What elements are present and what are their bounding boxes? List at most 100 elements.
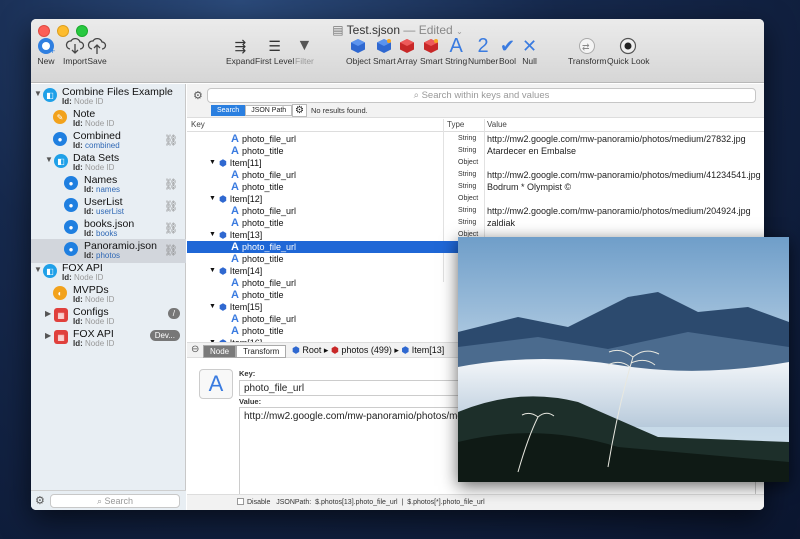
- link-icon[interactable]: ⛓: [164, 134, 178, 147]
- row-key-text: photo_file_url: [241, 314, 296, 324]
- sidebar-item-id: Id: combined: [73, 141, 120, 150]
- breadcrumb-item[interactable]: Item[13]: [412, 345, 445, 355]
- sidebar-item-id: Id: photos: [84, 251, 121, 260]
- sidebar-item-fox-api[interactable]: ▼ ◧ FOX API Id: Node ID: [31, 261, 186, 285]
- sidebar-item-names[interactable]: ● Names Id: names ⛓: [31, 173, 186, 197]
- json-path-specific[interactable]: $.photos[13].photo_file_url: [315, 499, 398, 506]
- string-type-icon[interactable]: A: [199, 369, 233, 399]
- table-row[interactable]: ▼ ⬢ Item[11] Object: [187, 157, 764, 169]
- disclosure-triangle-icon[interactable]: ▼: [45, 155, 53, 164]
- search-settings-gear-icon[interactable]: ⚙: [292, 104, 307, 117]
- insert-null-button[interactable]: ✕ Null: [522, 36, 537, 67]
- search-placeholder: Search within keys and values: [421, 90, 550, 101]
- disclosure-triangle-icon[interactable]: ▼: [209, 265, 216, 277]
- disclosure-triangle-icon[interactable]: ▶: [45, 331, 51, 340]
- import-button[interactable]: Import: [63, 36, 87, 66]
- sidebar-item-id: Id: Node ID: [62, 97, 104, 106]
- filter-funnel-icon: ▼: [296, 37, 313, 54]
- row-key-text: photo_title: [241, 182, 284, 192]
- string-type-icon: A: [231, 169, 239, 181]
- disclosure-triangle-icon[interactable]: ▼: [209, 157, 216, 169]
- column-header-key[interactable]: Key: [191, 120, 205, 129]
- sidebar-item-data-sets[interactable]: ▼ ◧ Data Sets Id: Node ID: [31, 151, 186, 175]
- column-header-type[interactable]: Type: [447, 120, 464, 129]
- svg-text:+: +: [50, 46, 55, 55]
- sidebar-item-note[interactable]: ✎ Note Id: Node ID: [31, 107, 186, 131]
- tab-node[interactable]: Node: [203, 345, 237, 358]
- link-icon[interactable]: ⛓: [164, 200, 178, 213]
- table-row[interactable]: Aphoto_file_url String http://mw2.google.c…: [187, 133, 764, 145]
- object-cube-icon: ⬢: [218, 266, 227, 276]
- quick-look-button[interactable]: Quick Look: [607, 36, 650, 66]
- row-key-cell: Aphoto_title: [231, 181, 284, 193]
- insert-smart-object-button[interactable]: Smart: [373, 36, 396, 66]
- sidebar-item-combined[interactable]: ● Combined Id: combined ⛓: [31, 129, 186, 153]
- column-header-value[interactable]: Value: [487, 120, 507, 129]
- row-key-text: photo_file_url: [241, 242, 296, 252]
- quick-look-label: Quick Look: [607, 56, 650, 66]
- json-path-wildcard[interactable]: $.photos[*].photo_file_url: [407, 499, 484, 506]
- disclosure-triangle-icon[interactable]: ▶: [45, 309, 51, 318]
- table-row[interactable]: ▼ ⬢ Item[12] Object: [187, 193, 764, 205]
- search-input[interactable]: ⌕ Search within keys and values: [207, 88, 756, 103]
- disclosure-triangle-icon[interactable]: ▼: [209, 301, 216, 313]
- save-button[interactable]: Save: [87, 36, 107, 66]
- filter-button[interactable]: ▼ Filter: [295, 36, 314, 66]
- link-icon[interactable]: ⛓: [164, 222, 178, 235]
- sidebar-item-panoramio-json[interactable]: ● Panoramio.json Id: photos ⛓: [31, 239, 186, 263]
- disable-checkbox[interactable]: [237, 498, 244, 505]
- sidebar-search-placeholder: Search: [104, 496, 134, 506]
- insert-bool-button[interactable]: ✔ Bool: [499, 36, 516, 67]
- table-row[interactable]: Aphoto_title String zaldiak: [187, 217, 764, 229]
- disclosure-triangle-icon[interactable]: ▼: [34, 265, 42, 274]
- disclosure-triangle-icon[interactable]: ▼: [34, 89, 42, 98]
- table-row[interactable]: Aphoto_title String Atardecer en Embalse: [187, 145, 764, 157]
- search-options-gear-icon[interactable]: ⚙: [193, 89, 203, 102]
- link-icon[interactable]: ⛓: [164, 244, 178, 257]
- insert-array-button[interactable]: Array: [397, 36, 417, 66]
- save-label: Save: [87, 56, 107, 66]
- table-row[interactable]: Aphoto_file_url String http://mw2.google.c…: [187, 205, 764, 217]
- sidebar-item-mvpds[interactable]: ◐ MVPDs Id: Node ID: [31, 283, 186, 307]
- insert-smart-array-button[interactable]: Smart: [420, 36, 443, 66]
- disclosure-triangle-icon[interactable]: ▼: [209, 193, 216, 205]
- disclosure-triangle-icon[interactable]: ▼: [209, 229, 216, 241]
- expand-button[interactable]: ⇶ Expand: [226, 36, 255, 67]
- gear-icon[interactable]: ⚙: [35, 494, 45, 507]
- sidebar-search-input[interactable]: ⌕ Search: [50, 494, 180, 508]
- edited-status: — Edited: [403, 23, 453, 37]
- row-key-text: Item[13]: [229, 230, 263, 240]
- tab-json-path[interactable]: JSON Path: [245, 105, 293, 116]
- sidebar-item-configs[interactable]: ▶ ▦ Configs Id: Node ID /: [31, 305, 186, 329]
- row-key-text: photo_title: [241, 326, 284, 336]
- breadcrumb-root[interactable]: Root: [302, 345, 321, 355]
- sidebar-item-userlist[interactable]: ● UserList Id: userList ⛓: [31, 195, 186, 219]
- expand-tree-icon: ⇶: [234, 37, 247, 54]
- row-key-cell: ▼ ⬢ Item[11]: [209, 157, 262, 169]
- sidebar-item-combine-files-example[interactable]: ▼ ◧ Combine Files Example Id: Node ID: [31, 85, 186, 109]
- tab-transform[interactable]: Transform: [236, 345, 287, 358]
- first-level-icon: ☰: [268, 37, 281, 54]
- tab-search[interactable]: Search: [211, 105, 246, 116]
- sidebar-item-fox-api-dev[interactable]: ▶ ▦ FOX API Id: Node ID Dev...: [31, 327, 186, 351]
- first-level-button[interactable]: ☰ First Level: [255, 36, 294, 67]
- value-label: Value:: [239, 397, 262, 406]
- insert-string-button[interactable]: A String: [445, 34, 467, 67]
- string-icon: A: [449, 34, 463, 57]
- breadcrumb-photos[interactable]: photos (499): [341, 345, 392, 355]
- transform-button[interactable]: ⇄ Transform: [568, 36, 606, 66]
- sidebar-item-books-json[interactable]: ● books.json Id: books ⛓: [31, 217, 186, 241]
- json-path-label: JSONPath:: [276, 499, 312, 506]
- link-icon[interactable]: ⛓: [164, 178, 178, 191]
- string-type-icon: A: [231, 241, 239, 253]
- new-button[interactable]: + New: [37, 36, 55, 66]
- table-row[interactable]: Aphoto_file_url String http://mw2.google.c…: [187, 169, 764, 181]
- row-key-text: photo_title: [241, 254, 284, 264]
- insert-number-button[interactable]: 2 Number: [468, 35, 498, 67]
- row-key-text: Item[12]: [229, 194, 263, 204]
- row-key-text: photo_title: [241, 146, 284, 156]
- row-value-cell: http://mw2.google.com/mw-panoramio/photo…: [487, 206, 751, 216]
- insert-object-button[interactable]: Object: [346, 36, 371, 66]
- minus-circle-icon[interactable]: ⊖: [191, 344, 199, 355]
- table-row[interactable]: Aphoto_title String Bodrum * Olympist ©: [187, 181, 764, 193]
